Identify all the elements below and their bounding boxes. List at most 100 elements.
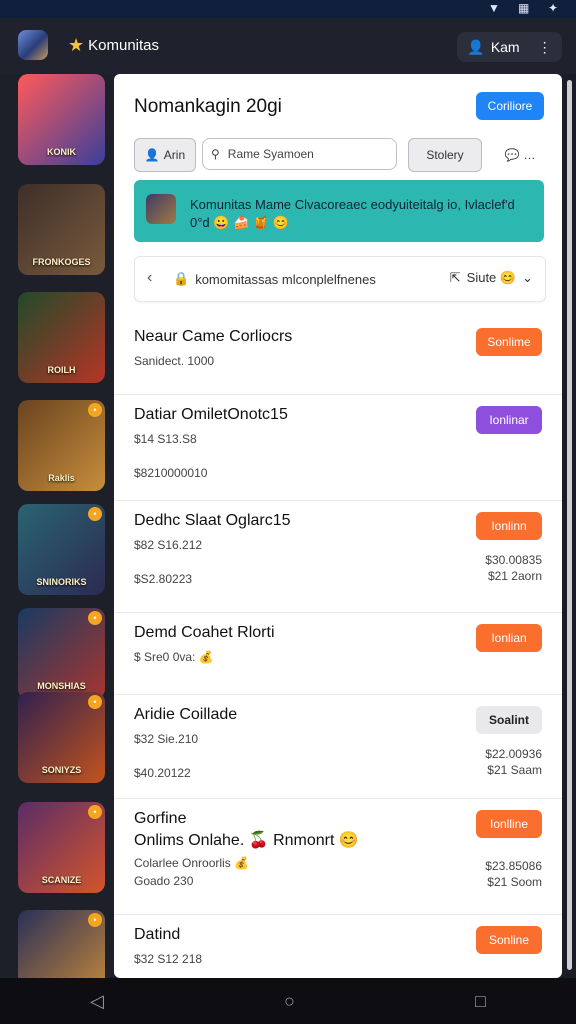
item-subtitle: $32 S12 218	[134, 952, 203, 966]
window-icon: ▦	[518, 1, 530, 15]
more-dots-icon[interactable]: ⋮	[538, 39, 552, 56]
game-tile[interactable]: SNINORIKS •	[18, 504, 105, 595]
notice-text: Komunitas Mame Clvacoreaec eodyuiteitalg…	[190, 197, 515, 230]
top-action-button[interactable]: Coriliore	[476, 92, 544, 120]
list-item[interactable]: Dedhc Slaat Oglarc15 $82 S16.212 $S2.80223…	[114, 500, 562, 613]
user-icon: 👤	[467, 38, 485, 55]
item-title: Dedhc Slaat Oglarc15	[134, 512, 291, 529]
app-title: ★ Komunitas	[68, 35, 159, 56]
game-tile[interactable]: FRONKOGES	[18, 184, 105, 275]
game-tile-label: MONSHIAS	[37, 681, 86, 691]
item-meta: $40.20122	[134, 766, 191, 780]
list-item[interactable]: Gorfine Onlims Onlahe. 🍒 Rnmonrt 😊 Colarl…	[114, 798, 562, 915]
game-tile-label: SNINORIKS	[36, 577, 87, 587]
game-tile[interactable]: MONSHIAS •	[18, 608, 105, 699]
game-tile-label: ROILH	[47, 365, 76, 375]
breadcrumb: ‹ 🔒 komomitassas mlconplelfnenes ⇱ Siute…	[134, 256, 546, 302]
nav-home-icon[interactable]: ○	[284, 991, 295, 1012]
item-title: Datiar OmiletOnotc15	[134, 406, 288, 423]
list-item[interactable]: Aridie Coillade $32 Sie.210 $40.20122 $22.0…	[114, 694, 562, 799]
filter-chip-right[interactable]: Stolery	[408, 138, 482, 172]
list-item[interactable]: Datind $32 S12 218 Sonline	[114, 914, 562, 978]
item-action-button[interactable]: Sonlime	[476, 328, 542, 356]
item-title: Neaur Came Corliocrs	[134, 328, 293, 345]
game-tile[interactable]: SONIYZS •	[18, 692, 105, 783]
item-meta: Goado 230	[134, 874, 194, 888]
star-icon: ★	[68, 35, 85, 55]
filter-chip-left-label: Arin	[163, 148, 186, 162]
item-meta: $S2.80223	[134, 572, 193, 586]
back-chevron-icon[interactable]: ‹	[147, 269, 152, 287]
page-title: Nomankagin 20gi	[134, 96, 282, 117]
user-label: Kam	[490, 39, 520, 55]
breadcrumb-path: 🔒 komomitassas mlconplelfnenes	[173, 271, 376, 287]
share-icon: ⇱	[449, 270, 461, 285]
app-header: ★ Komunitas 👤 Kam ⋮	[0, 18, 576, 74]
item-title: Aridie Coillade	[134, 706, 238, 723]
item-action-button[interactable]: Ionlline	[476, 810, 542, 838]
item-subtitle: $82 S16.212	[134, 538, 203, 552]
item-action-button[interactable]: Soalint	[476, 706, 542, 734]
game-sidebar: KONIK FRONKOGES ROILH Raklis • SNINORIKS • MONS…	[0, 74, 114, 1001]
game-tile[interactable]: KONIK	[18, 74, 105, 165]
lock-icon: 🔒	[173, 271, 190, 286]
notice-avatar	[146, 194, 176, 224]
breadcrumb-right[interactable]: ⇱ Siute 😊 ⌄	[450, 270, 533, 286]
item-action-button[interactable]: Ionlinar	[476, 406, 542, 434]
search-text: Rame Syamoen	[227, 147, 314, 161]
filter-row: 👤 Arin ⚲ Rame Syamoen Stolery 💬 …	[134, 138, 546, 172]
list-item[interactable]: Neaur Came Corliocrs Sanidect. 1000 Sonlim…	[114, 316, 562, 395]
item-subtitle: $ Sre0 0va: 💰	[134, 650, 214, 664]
game-tile-label: SONIYZS	[41, 765, 82, 775]
item-subtitle: $32 Sie.210	[134, 732, 199, 746]
item-meta: $8210000010	[134, 466, 208, 480]
game-tile-label: KONIK	[47, 147, 76, 157]
game-tile-label: Raklis	[48, 473, 75, 483]
search-input[interactable]: ⚲ Rame Syamoen	[202, 138, 397, 170]
notification-badge-icon: •	[88, 695, 102, 709]
status-bar: ▼ ▦ ✦	[0, 0, 576, 18]
chevron-down-icon: ⌄	[522, 270, 533, 285]
chat-options-button[interactable]: 💬 …	[494, 138, 546, 172]
chat-icon: 💬	[504, 148, 520, 162]
nav-recent-icon[interactable]: □	[475, 991, 486, 1012]
game-tile[interactable]: Raklis •	[18, 400, 105, 491]
item-subtitle: Colarlee Onroorlis 💰	[134, 856, 249, 870]
game-tile-label: FRONKOGES	[32, 257, 91, 267]
app-avatar[interactable]	[18, 30, 48, 60]
game-tile[interactable]: ROILH	[18, 292, 105, 383]
search-icon: ⚲	[211, 147, 220, 161]
network-icon: ✦	[548, 1, 559, 15]
list-item[interactable]: Datiar OmiletOnotc15 $14 S13.S8 $821000001…	[114, 394, 562, 501]
scrollbar[interactable]	[567, 80, 572, 970]
game-tile-label: SCANIZE	[41, 875, 82, 885]
community-panel: Nomankagin 20gi Coriliore 👤 Arin ⚲ Rame …	[114, 74, 562, 978]
item-title: Gorfine Onlims Onlahe. 🍒 Rnmonrt 😊	[134, 810, 359, 849]
list-item[interactable]: Demd Coahet Rlorti $ Sre0 0va: 💰 Ionlian	[114, 612, 562, 695]
game-tile[interactable]: SCANIZE •	[18, 802, 105, 893]
notice-banner: Komunitas Mame Clvacoreaec eodyuiteitalg…	[134, 180, 544, 242]
wifi-icon: ▼	[488, 1, 500, 15]
notification-badge-icon: •	[88, 913, 102, 927]
system-nav-bar: ◁ ○ □	[0, 978, 576, 1024]
item-price-info: $30.00835 $21 2aorn	[485, 553, 542, 583]
item-action-button[interactable]: Ionlinn	[476, 512, 542, 540]
notification-badge-icon: •	[88, 611, 102, 625]
item-action-button[interactable]: Ionlian	[476, 624, 542, 652]
item-subtitle: $14 S13.S8	[134, 432, 197, 446]
app-title-label: Komunitas	[88, 37, 160, 54]
item-title: Datind	[134, 926, 181, 943]
nav-back-icon[interactable]: ◁	[90, 991, 104, 1012]
more-icon: …	[523, 148, 536, 162]
item-price-info: $22.00936 $21 Saam	[485, 747, 542, 777]
item-price-info: $23.85086 $21 Soom	[485, 859, 542, 889]
breadcrumb-text: komomitassas mlconplelfnenes	[195, 271, 376, 287]
notification-badge-icon: •	[88, 403, 102, 417]
notification-badge-icon: •	[88, 805, 102, 819]
item-title: Demd Coahet Rlorti	[134, 624, 275, 641]
filter-chip-left[interactable]: 👤 Arin	[134, 138, 196, 172]
user-icon: 👤	[144, 148, 160, 162]
user-button[interactable]: 👤 Kam ⋮	[457, 32, 562, 62]
breadcrumb-right-label: Siute 😊	[466, 270, 517, 285]
item-action-button[interactable]: Sonline	[476, 926, 542, 954]
